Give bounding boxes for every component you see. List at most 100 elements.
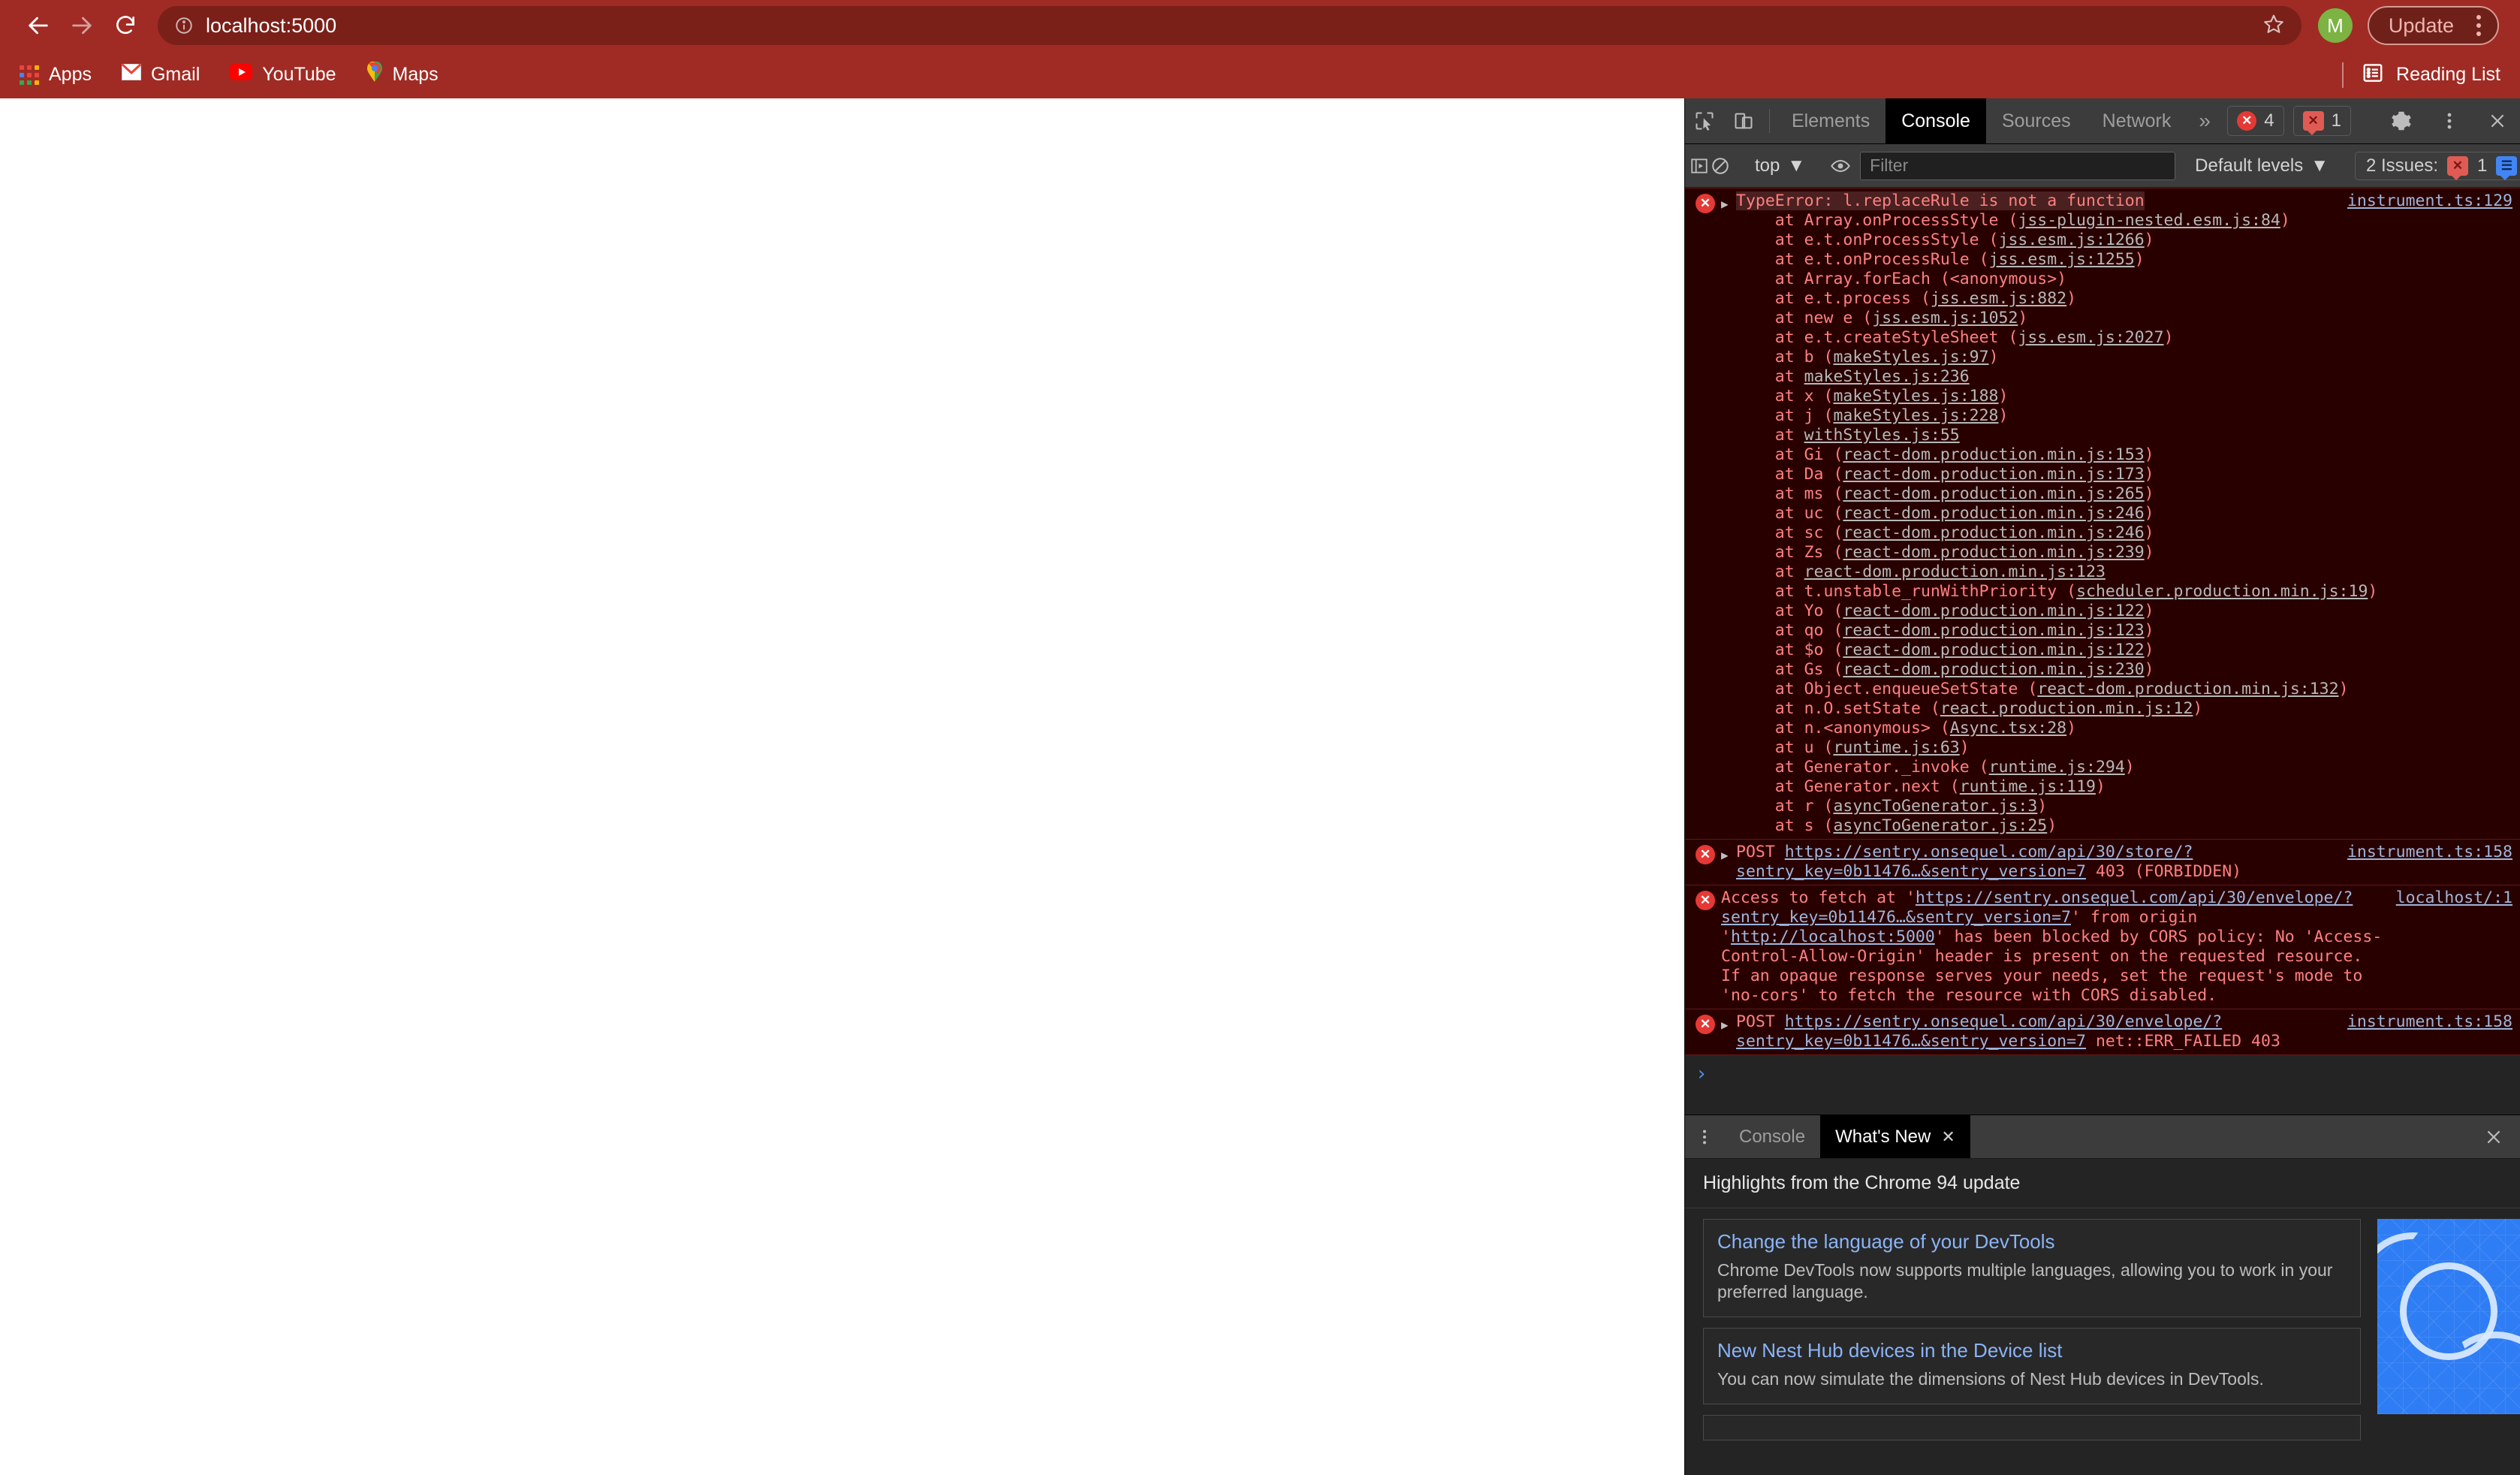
issues-bar[interactable]: 2 Issues: ✕ 1 ☰ 1 — [2354, 151, 2520, 180]
live-expression-icon[interactable] — [1830, 155, 1851, 176]
devtools-drawer: Console What's New ✕ Highlights from the… — [1685, 1115, 2520, 1475]
bookmark-youtube[interactable]: YouTube — [230, 64, 336, 86]
whats-new-card-description: Chrome DevTools now supports multiple la… — [1717, 1260, 2333, 1302]
console-sidebar-icon[interactable] — [1690, 156, 1709, 176]
tab-console[interactable]: Console — [1885, 98, 1986, 143]
log-levels-selector[interactable]: Default levels ▼ — [2184, 155, 2339, 176]
kebab-menu-icon[interactable] — [2430, 110, 2469, 131]
expand-arrow-icon[interactable]: ▶ — [1721, 1015, 1736, 1051]
chrome-blueprint-logo-icon — [2377, 1219, 2520, 1414]
message-source-link[interactable]: instrument.ts:129 — [2337, 192, 2512, 211]
screen-root: localhost:5000 M Update Apps Gmail YouTu… — [0, 0, 2520, 1475]
stack-line: at Object.enqueueSetState (react-dom.pro… — [1774, 680, 2349, 698]
close-icon[interactable] — [2478, 111, 2517, 131]
update-button-label: Update — [2388, 14, 2454, 37]
stack-line: at Yo (react-dom.production.min.js:122) — [1774, 602, 2154, 620]
error-count-badge[interactable]: ✕ 4 — [2227, 106, 2284, 136]
page-viewport — [0, 98, 1684, 1475]
tab-sources[interactable]: Sources — [1986, 98, 2087, 143]
stack-line: at withStyles.js:55 — [1774, 426, 1960, 445]
bookmark-label: Apps — [49, 64, 92, 85]
message-source-link[interactable]: localhost/:1 — [2386, 888, 2512, 908]
bookmark-maps[interactable]: Maps — [366, 61, 439, 88]
drawer-tab-console[interactable]: Console — [1724, 1115, 1820, 1158]
issues-error-count: 1 — [2477, 155, 2488, 176]
bookmark-star-icon[interactable] — [2262, 13, 2285, 39]
tab-elements[interactable]: Elements — [1776, 98, 1885, 143]
console-prompt[interactable]: › — [1685, 1055, 2520, 1093]
stack-line: at Array.onProcessStyle (jss-plugin-nest… — [1774, 211, 2290, 230]
whats-new-card[interactable]: Change the language of your DevTools Chr… — [1703, 1219, 2361, 1317]
error-icon: ✕ — [1696, 891, 1715, 910]
drawer-tabbar: Console What's New ✕ — [1685, 1115, 2520, 1159]
stack-line: at react-dom.production.min.js:123 — [1774, 563, 2106, 581]
whats-new-card[interactable] — [1703, 1415, 2361, 1440]
drawer-tab-label: Console — [1739, 1126, 1806, 1147]
cors-origin-url[interactable]: http://localhost:5000 — [1731, 928, 1935, 946]
kebab-menu-icon[interactable] — [2467, 15, 2490, 36]
console-message-cors-error[interactable]: ✕ Access to fetch at 'https://sentry.ons… — [1685, 885, 2520, 1009]
stack-line: at e.t.process (jss.esm.js:882) — [1774, 289, 2077, 308]
stack-line: at u (runtime.js:63) — [1774, 738, 1970, 757]
bookmark-label: YouTube — [262, 64, 336, 85]
whats-new-card-description: You can now simulate the dimensions of N… — [1717, 1369, 2264, 1389]
whats-new-card-title[interactable]: New Nest Hub devices in the Device list — [1717, 1339, 2347, 1362]
kebab-menu-icon[interactable] — [1685, 1115, 1724, 1158]
whats-new-body[interactable]: Change the language of your DevTools Chr… — [1685, 1208, 2520, 1475]
bookmark-label: Gmail — [150, 64, 200, 85]
console-message-error[interactable]: ✕ ▶ TypeError: l.replaceRule is not a fu… — [1685, 188, 2520, 840]
console-message-list[interactable]: ✕ ▶ TypeError: l.replaceRule is not a fu… — [1685, 188, 2520, 1115]
bookmark-label: Maps — [392, 64, 439, 85]
bookmark-gmail[interactable]: Gmail — [121, 63, 200, 86]
whats-new-card[interactable]: New Nest Hub devices in the Device list … — [1703, 1328, 2361, 1404]
stack-line: at makeStyles.js:236 — [1774, 367, 1970, 386]
page-info-icon[interactable] — [174, 16, 194, 35]
browser-chrome: localhost:5000 M Update Apps Gmail YouTu… — [0, 0, 2520, 98]
chevron-down-icon: ▼ — [2311, 155, 2329, 176]
chevron-double-right-icon[interactable]: » — [2187, 98, 2223, 143]
clear-console-icon[interactable] — [1711, 156, 1730, 176]
update-button[interactable]: Update — [2367, 6, 2499, 45]
bookmark-apps[interactable]: Apps — [20, 64, 92, 86]
bookmarks-bar: Apps Gmail YouTube Maps Reading List — [0, 51, 2520, 98]
whats-new-card-title[interactable]: Change the language of your DevTools — [1717, 1230, 2347, 1253]
issue-count-badge[interactable]: ✕ 1 — [2292, 106, 2351, 136]
expand-arrow-icon[interactable]: ▶ — [1721, 195, 1736, 836]
stack-line: at b (makeStyles.js:97) — [1774, 348, 1999, 366]
stack-line: at n.<anonymous> (Async.tsx:28) — [1774, 719, 2077, 738]
profile-avatar[interactable]: M — [2317, 8, 2353, 43]
message-source-link[interactable]: instrument.ts:158 — [2337, 1012, 2512, 1032]
device-toolbar-icon[interactable] — [1724, 98, 1763, 143]
address-bar[interactable]: localhost:5000 — [158, 6, 2301, 45]
inspect-element-icon[interactable] — [1685, 98, 1724, 143]
drawer-close-button[interactable] — [2467, 1115, 2520, 1158]
http-status: 403 (FORBIDDEN) — [2095, 862, 2242, 881]
expand-arrow-icon[interactable]: ▶ — [1721, 846, 1736, 882]
stack-line: at qo (react-dom.production.min.js:123) — [1774, 621, 2154, 640]
http-status: net::ERR_FAILED 403 — [2095, 1032, 2280, 1051]
drawer-tab-whats-new[interactable]: What's New ✕ — [1820, 1115, 1970, 1158]
message-source-link[interactable]: instrument.ts:158 — [2337, 843, 2512, 862]
reading-list-label: Reading List — [2396, 64, 2500, 85]
console-message-network-error[interactable]: ✕ ▶ POST https://sentry.onsequel.com/api… — [1685, 840, 2520, 885]
issue-error-icon: ✕ — [2447, 155, 2469, 180]
gear-icon[interactable] — [2382, 110, 2421, 131]
whats-new-card-list: Change the language of your DevTools Chr… — [1703, 1219, 2361, 1475]
stack-line: at t.unstable_runWithPriority (scheduler… — [1774, 582, 2378, 601]
forward-button[interactable] — [60, 4, 104, 47]
tab-network[interactable]: Network — [2087, 98, 2187, 143]
stack-line: at Gi (react-dom.production.min.js:153) — [1774, 445, 2154, 464]
reading-list-button[interactable]: Reading List — [2342, 51, 2500, 98]
stack-line: at x (makeStyles.js:188) — [1774, 387, 2009, 406]
reload-button[interactable] — [104, 4, 147, 47]
stack-line: at sc (react-dom.production.min.js:246) — [1774, 523, 2154, 542]
close-icon[interactable]: ✕ — [1941, 1127, 1955, 1147]
console-message-network-error[interactable]: ✕ ▶ POST https://sentry.onsequel.com/api… — [1685, 1009, 2520, 1055]
context-selector[interactable]: top ▼ — [1746, 155, 1814, 176]
filter-input[interactable]: Filter — [1860, 151, 2176, 180]
issue-count: 1 — [2331, 110, 2341, 131]
stack-line: at n.O.setState (react.production.min.js… — [1774, 699, 2203, 718]
avatar-initial: M — [2327, 14, 2344, 37]
back-button[interactable] — [17, 4, 60, 47]
console-message-body: POST https://sentry.onsequel.com/api/30/… — [1736, 843, 2337, 882]
